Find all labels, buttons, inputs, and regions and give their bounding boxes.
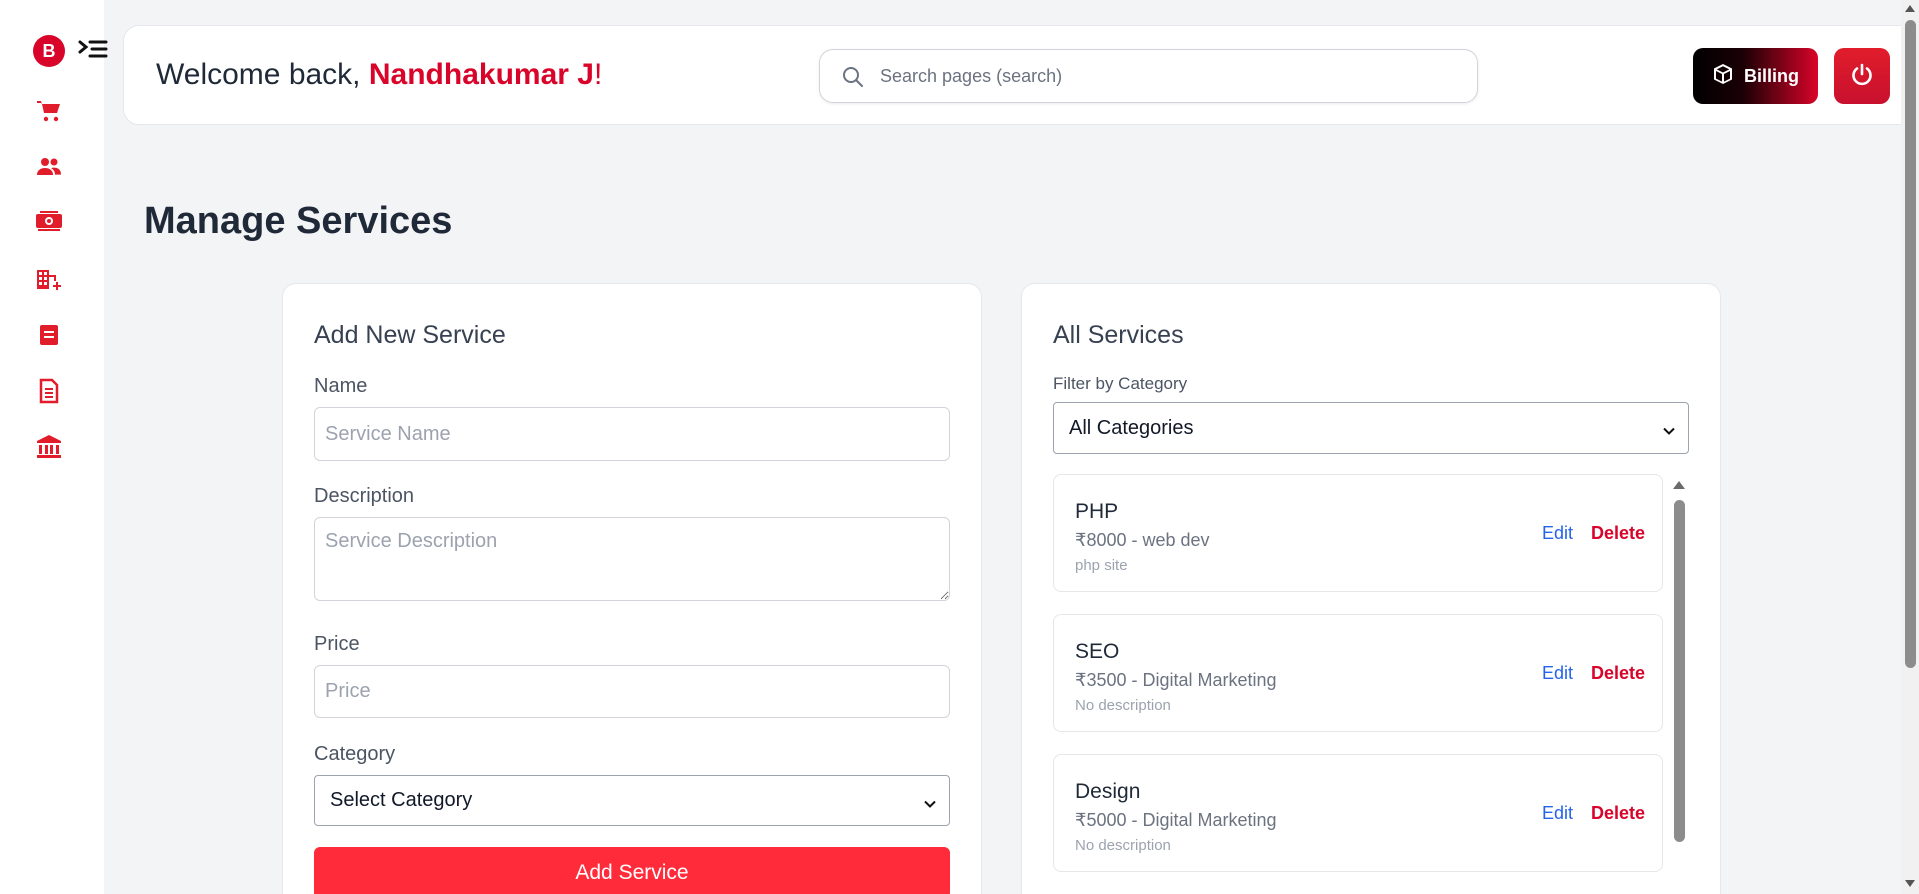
all-services-card: All Services Filter by Category All Cate… bbox=[1021, 283, 1721, 894]
menu-toggle-icon[interactable] bbox=[78, 38, 108, 64]
service-name: SEO bbox=[1075, 640, 1120, 663]
category-filter-select[interactable]: All Categories bbox=[1053, 402, 1689, 454]
user-name: Nandhakumar J bbox=[368, 58, 594, 91]
delete-link[interactable]: Delete bbox=[1591, 663, 1645, 684]
service-price: ₹5000 - Digital Marketing bbox=[1075, 810, 1277, 830]
power-icon bbox=[1850, 63, 1874, 90]
scroll-down-arrow-icon[interactable] bbox=[1905, 880, 1915, 887]
money-icon[interactable] bbox=[34, 207, 64, 237]
sidebar: B bbox=[0, 0, 108, 894]
bank-icon[interactable] bbox=[34, 432, 64, 462]
service-price: ₹3500 - Digital Marketing bbox=[1075, 670, 1277, 690]
edit-link[interactable]: Edit bbox=[1542, 523, 1573, 544]
box-icon bbox=[1712, 63, 1734, 90]
search-bar[interactable] bbox=[819, 49, 1478, 103]
service-description: No description bbox=[1075, 697, 1171, 714]
category-select[interactable]: Select Category bbox=[314, 775, 950, 826]
window-scrollbar[interactable] bbox=[1901, 0, 1919, 894]
service-description: php site bbox=[1075, 557, 1128, 574]
services-list-scroll-thumb[interactable] bbox=[1674, 500, 1685, 842]
filter-label: Filter by Category bbox=[1053, 374, 1188, 393]
services-list-scrollbar[interactable] bbox=[1671, 477, 1687, 894]
logo-badge[interactable]: B bbox=[33, 35, 65, 67]
category-filter-value: All Categories bbox=[1069, 416, 1194, 439]
welcome-suffix: ! bbox=[593, 58, 603, 91]
delete-link[interactable]: Delete bbox=[1591, 523, 1645, 544]
edit-link[interactable]: Edit bbox=[1542, 803, 1573, 824]
service-item: SEO ₹3500 - Digital Marketing No descrip… bbox=[1053, 614, 1663, 732]
add-service-heading: Add New Service bbox=[314, 321, 506, 349]
document-icon[interactable] bbox=[34, 320, 64, 350]
services-list: PHP ₹8000 - web dev php site Edit Delete… bbox=[1053, 474, 1665, 894]
service-price: ₹8000 - web dev bbox=[1075, 530, 1210, 550]
chevron-down-icon bbox=[1662, 421, 1676, 435]
description-label: Description bbox=[314, 485, 415, 507]
name-label: Name bbox=[314, 375, 368, 397]
edit-link[interactable]: Edit bbox=[1542, 663, 1573, 684]
window-scroll-thumb[interactable] bbox=[1905, 20, 1916, 668]
top-header: Welcome back, Nandhakumar J! Billing bbox=[123, 25, 1919, 125]
all-services-heading: All Services bbox=[1053, 321, 1184, 349]
welcome-prefix: Welcome back, bbox=[156, 58, 361, 91]
delete-link[interactable]: Delete bbox=[1591, 803, 1645, 824]
logout-button[interactable] bbox=[1834, 48, 1890, 104]
service-description-input[interactable] bbox=[314, 517, 950, 601]
price-input[interactable] bbox=[314, 665, 950, 718]
service-description: No description bbox=[1075, 837, 1171, 854]
scroll-up-arrow-icon[interactable] bbox=[1673, 481, 1685, 489]
add-service-button[interactable]: Add Service bbox=[314, 847, 950, 894]
page-title: Manage Services bbox=[144, 200, 453, 242]
cart-icon[interactable] bbox=[34, 96, 64, 126]
welcome-message: Welcome back, Nandhakumar J! bbox=[156, 58, 602, 92]
chevron-down-icon bbox=[923, 794, 937, 808]
billing-button[interactable]: Billing bbox=[1693, 48, 1818, 104]
service-item: PHP ₹8000 - web dev php site Edit Delete bbox=[1053, 474, 1663, 592]
building-add-icon[interactable] bbox=[34, 264, 64, 294]
scroll-up-arrow-icon[interactable] bbox=[1905, 5, 1915, 12]
search-icon bbox=[842, 66, 864, 88]
service-name-input[interactable] bbox=[314, 407, 950, 461]
service-item: Design ₹5000 - Digital Marketing No desc… bbox=[1053, 754, 1663, 872]
invoice-icon[interactable] bbox=[34, 376, 64, 406]
service-name: Design bbox=[1075, 780, 1141, 803]
search-input[interactable] bbox=[880, 60, 1440, 92]
price-label: Price bbox=[314, 633, 360, 655]
billing-label: Billing bbox=[1744, 65, 1799, 86]
category-label: Category bbox=[314, 743, 396, 765]
add-service-card: Add New Service Name Description Price C… bbox=[282, 283, 982, 894]
service-name: PHP bbox=[1075, 500, 1119, 523]
users-icon[interactable] bbox=[34, 152, 64, 182]
category-select-value: Select Category bbox=[330, 789, 473, 811]
